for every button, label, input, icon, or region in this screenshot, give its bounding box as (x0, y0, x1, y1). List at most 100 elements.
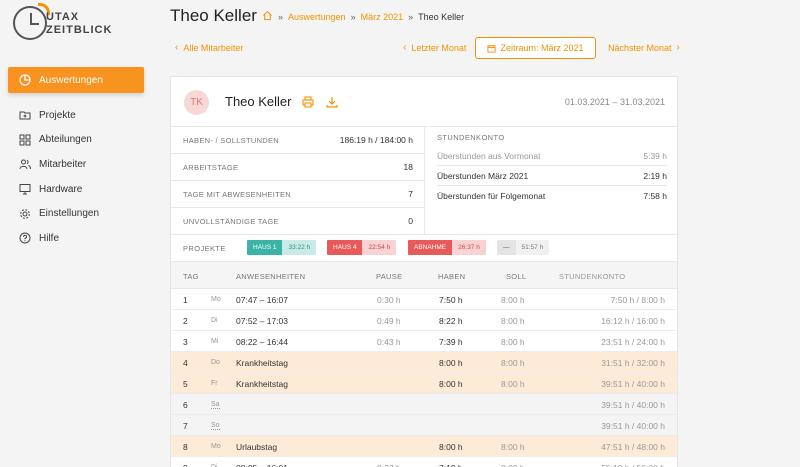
cell-pause: 0:49 h (377, 316, 401, 326)
nav-label: Abteilungen (39, 134, 92, 146)
back-to-employees-link[interactable]: ‹ Alle Mitarbeiter (170, 42, 243, 53)
cell-day: 2 (183, 316, 188, 326)
cell-pause: 0:43 h (377, 337, 401, 347)
nav-item-einstellungen[interactable]: Einstellungen (8, 201, 144, 226)
table-row[interactable]: 4 Do Krankheitstag 8:00 h 8:00 h 31:51 h / 32… (171, 352, 677, 373)
cell-soll: 8:00 h (501, 442, 525, 452)
stat-value: 18 (403, 162, 413, 172)
cell-day: 7 (183, 421, 188, 431)
account-row-prev-month: Überstunden aus Vormonat 5:39 h (437, 147, 667, 166)
col-header-tag[interactable]: TAG (183, 272, 199, 281)
cell-anwesenheiten: 07:47 – 16:07 (236, 295, 288, 305)
project-tag-time: 33:22 h (282, 240, 317, 255)
stat-label: HABEN- / SOLLSTUNDEN (183, 136, 280, 145)
pie-chart-icon (18, 74, 31, 87)
account-row-next-month: Überstunden für Folgemonat 7:58 h (437, 187, 667, 206)
breadcrumb-current: Theo Keller (418, 11, 465, 22)
project-tag-time: 22:54 h (362, 240, 397, 255)
cell-haben: 8:22 h (439, 316, 463, 326)
cell-weekday: So (211, 422, 220, 430)
breadcrumb-month[interactable]: März 2021 (361, 12, 404, 22)
stat-label: UNVOLLSTÄNDIGE TAGE (183, 217, 279, 226)
cell-stundenkonto: 16:12 h / 16:00 h (601, 316, 665, 326)
cell-anwesenheiten: 08:22 – 16:44 (236, 337, 288, 347)
breadcrumb: » Auswertungen » März 2021 » Theo Keller (262, 10, 464, 23)
nav-label: Projekte (39, 109, 76, 121)
next-month-link[interactable]: Nächster Monat › (608, 42, 685, 53)
nav-item-abteilungen[interactable]: Abteilungen (8, 128, 144, 153)
cell-weekday: Fr (211, 380, 218, 387)
stat-abwesenheiten: TAGE MIT ABWESENHEITEN 7 (171, 181, 425, 208)
project-tag[interactable]: ABNAHME 26:37 h (408, 240, 486, 255)
cell-weekday: Do (211, 359, 220, 366)
project-tag[interactable]: — 51:57 h (497, 240, 550, 255)
cell-haben: 8:00 h (439, 379, 463, 389)
project-tag[interactable]: HAUS 1 33:22 h (247, 240, 317, 255)
stat-value: 0 (408, 216, 413, 226)
project-tag-name: — (497, 240, 516, 255)
cell-soll: 8:00 h (501, 337, 525, 347)
col-header-pause[interactable]: PAUSE (376, 272, 402, 281)
page-title: Theo Keller (170, 6, 257, 25)
col-header-stundenkonto[interactable]: STUNDENKONTO (559, 272, 625, 281)
cell-pause: 0:37 h (377, 463, 401, 467)
project-tag-time: 51:57 h (515, 240, 550, 255)
hours-account-title: STUNDENKONTO (437, 133, 505, 142)
table-row[interactable]: 6 Sa 39:51 h / 40:00 h (171, 394, 677, 415)
cell-day: 6 (183, 400, 188, 410)
nav-item-hilfe[interactable]: Hilfe (8, 226, 144, 251)
table-row[interactable]: 7 So 39:51 h / 40:00 h (171, 415, 677, 436)
cell-day: 3 (183, 337, 188, 347)
period-selector-button[interactable]: Zeitraum: März 2021 (475, 37, 596, 59)
download-icon[interactable] (326, 95, 338, 108)
home-icon[interactable] (262, 10, 273, 23)
cell-haben: 8:00 h (439, 442, 463, 452)
stat-value: 7 (408, 189, 413, 199)
nav-label: Hardware (39, 183, 83, 195)
help-icon (18, 232, 31, 245)
col-header-haben[interactable]: HABEN (438, 272, 465, 281)
col-header-soll[interactable]: SOLL (506, 272, 526, 281)
previous-month-link[interactable]: ‹ Letzter Monat (398, 42, 466, 53)
cell-day: 9 (183, 463, 188, 467)
table-row[interactable]: 2 Di 07:52 – 17:03 0:49 h 8:22 h 8:00 h 16:12 … (171, 310, 677, 331)
chevron-right-icon: › (676, 42, 680, 53)
cell-soll: 8:00 h (501, 295, 525, 305)
project-tag[interactable]: HAUS 4 22:54 h (327, 240, 397, 255)
cell-weekday: Sa (211, 401, 220, 409)
grid-icon (18, 133, 31, 146)
table-row[interactable]: 8 Mo Urlaubstag 8:00 h 8:00 h 47:51 h / 48:00… (171, 436, 677, 457)
project-tag-name: HAUS 1 (247, 240, 283, 255)
nav-item-auswertungen[interactable]: Auswertungen (8, 67, 144, 93)
nav-item-mitarbeiter[interactable]: Mitarbeiter (8, 152, 144, 177)
table-row[interactable]: 3 Mi 08:22 – 16:44 0:43 h 7:39 h 8:00 h 23:51 … (171, 331, 677, 352)
stat-arbeitstage: ARBEITSTAGE 18 (171, 154, 425, 181)
print-icon[interactable] (302, 95, 314, 108)
cell-day: 1 (183, 295, 188, 305)
table-row[interactable]: 5 Fr Krankheitstag 8:00 h 8:00 h 39:51 h / 40… (171, 373, 677, 394)
account-value: 7:58 h (643, 191, 667, 201)
cell-weekday: Di (211, 317, 218, 324)
breadcrumb-auswertungen[interactable]: Auswertungen (288, 12, 346, 22)
cell-soll: 8:00 h (501, 379, 525, 389)
chevron-left-icon: ‹ (175, 42, 179, 53)
utax-zeitblick-logo[interactable]: UTAX ZEITBLICK (13, 3, 143, 42)
gear-icon (18, 207, 31, 220)
nav-item-projekte[interactable]: Projekte (8, 103, 144, 128)
cell-anwesenheiten: Urlaubstag (236, 442, 278, 452)
stats-left: HABEN- / SOLLSTUNDEN 186:19 h / 184:00 h… (171, 127, 425, 235)
col-header-anwesenheiten[interactable]: ANWESENHEITEN (236, 272, 305, 281)
table-row[interactable]: 9Di08:05 – 16:010:37 h7:19 h8:00 h55:10 … (171, 457, 677, 467)
logo-text-zeitblick: ZEITBLICK (46, 24, 113, 36)
employee-report-card: TK Theo Keller 01.03.2021 – 31.03.2021 H… (170, 76, 678, 467)
chevron-left-icon: ‹ (403, 42, 407, 53)
stat-unvollstaendig: UNVOLLSTÄNDIGE TAGE 0 (171, 208, 425, 235)
cell-stundenkonto: 55:10 h / 56:00 h (601, 463, 665, 467)
table-header: TAG ANWESENHEITEN PAUSE HABEN SOLL STUND… (171, 261, 677, 289)
nav-item-hardware[interactable]: Hardware (8, 177, 144, 202)
table-row[interactable]: 1 Mo 07:47 – 16:07 0:30 h 7:50 h 8:00 h 7:50 h… (171, 289, 677, 310)
cell-weekday: Mo (211, 443, 221, 450)
cell-haben: 7:19 h (439, 463, 463, 467)
nav-label: Einstellungen (39, 208, 100, 220)
nav-label: Auswertungen (39, 74, 103, 86)
